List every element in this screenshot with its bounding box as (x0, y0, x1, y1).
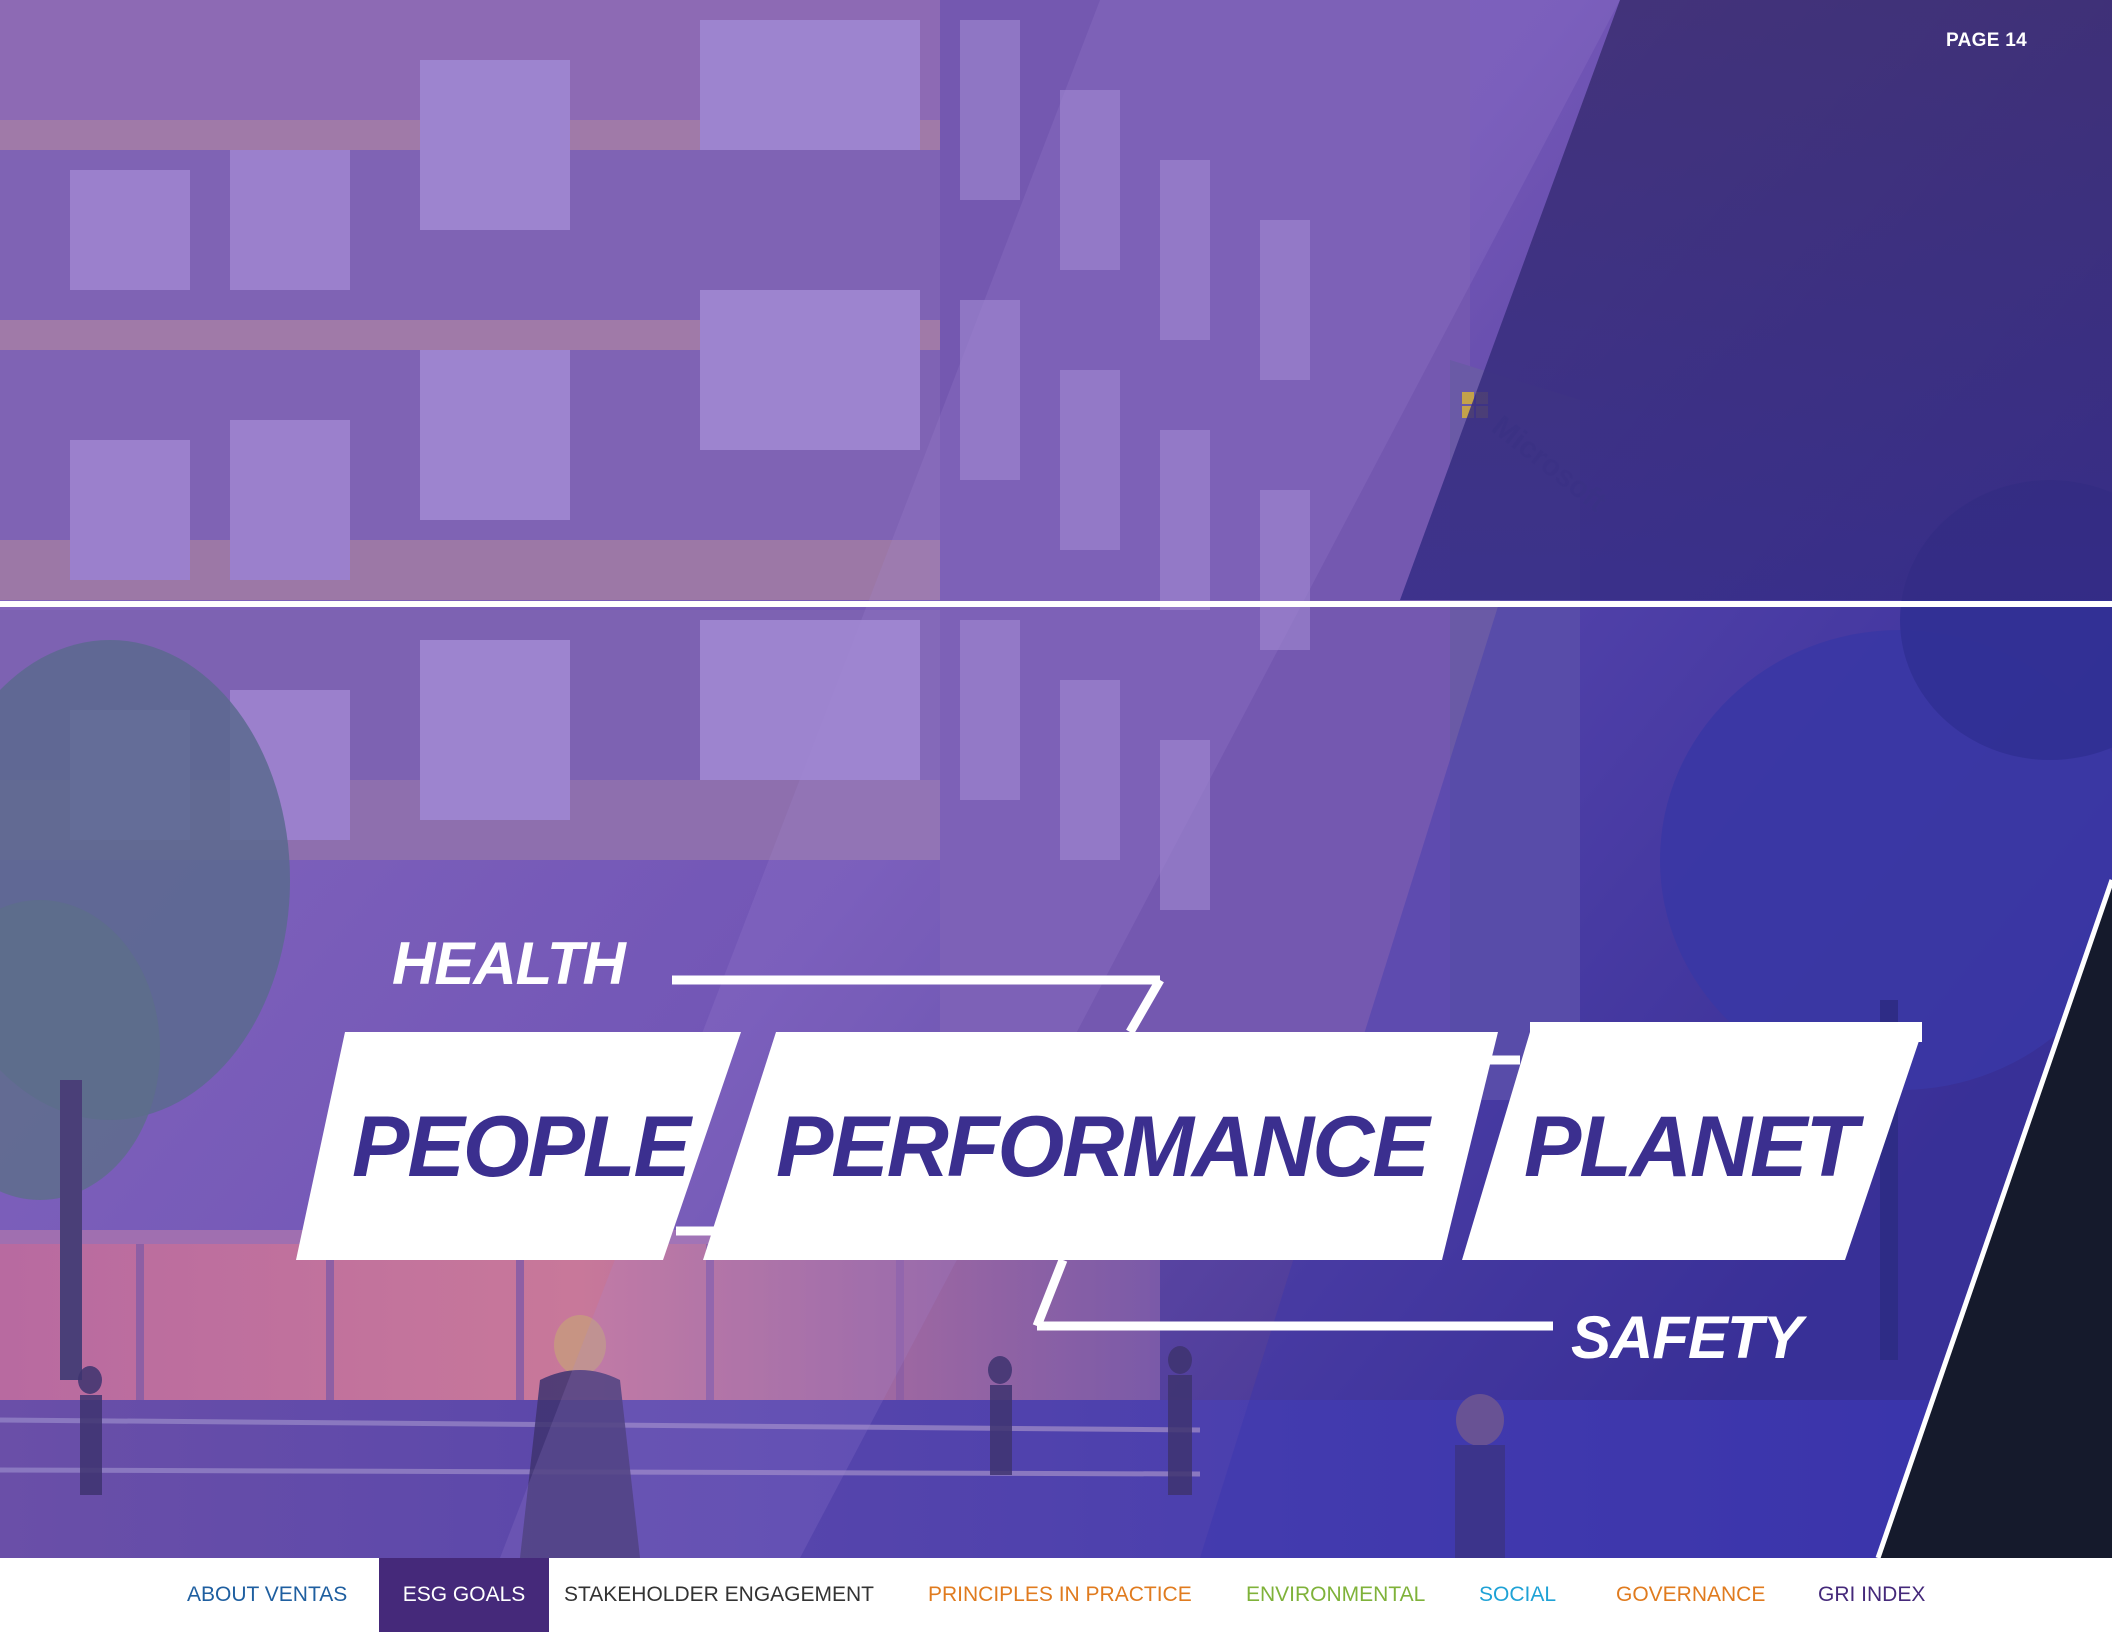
headline-performance: PERFORMANCE (776, 1099, 1430, 1195)
nav-label: PRINCIPLES IN PRACTICE (928, 1583, 1192, 1606)
nav-label: SOCIAL (1479, 1583, 1557, 1606)
nav-item-social[interactable]: SOCIAL (1479, 1558, 1556, 1632)
nav-label: ENVIRONMENTAL (1246, 1583, 1426, 1606)
nav-label: GOVERNANCE (1616, 1583, 1766, 1606)
hero-photo: Microsoft (0, 0, 2112, 1558)
nav-label: STAKEHOLDER ENGAGEMENT (564, 1583, 874, 1606)
headline-people: PEOPLE (352, 1099, 691, 1195)
nav-label: GRI INDEX (1818, 1583, 1926, 1606)
nav-item-governance[interactable]: GOVERNANCE (1616, 1558, 1765, 1632)
nav-item-environmental[interactable]: ENVIRONMENTAL (1246, 1558, 1425, 1632)
nav-label: ABOUT VENTAS (187, 1583, 348, 1606)
nav-item-stakeholder-engagement[interactable]: STAKEHOLDER ENGAGEMENT (564, 1558, 874, 1632)
nav-label: ESG GOALS (402, 1583, 526, 1606)
report-page: Microsoft (0, 0, 2112, 1632)
section-nav: ABOUT VENTAS ESG GOALS STAKEHOLDER ENGAG… (0, 1558, 2112, 1632)
page-number: PAGE 14 (1946, 30, 2027, 51)
headline-health: HEALTH (392, 930, 626, 997)
nav-item-principles-in-practice[interactable]: PRINCIPLES IN PRACTICE (928, 1558, 1192, 1632)
nav-item-esg-goals[interactable]: ESG GOALS (379, 1558, 549, 1632)
nav-item-gri-index[interactable]: GRI INDEX (1818, 1558, 1925, 1632)
headline-safety: SAFETY (1571, 1304, 1803, 1371)
headline-planet: PLANET (1524, 1099, 1858, 1195)
nav-item-about-ventas[interactable]: ABOUT VENTAS (187, 1558, 347, 1632)
